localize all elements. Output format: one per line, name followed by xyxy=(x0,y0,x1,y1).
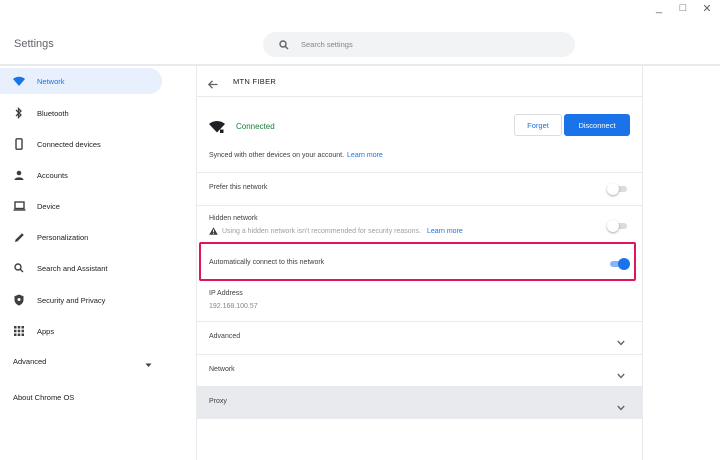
sidebar-item-label: Personalization xyxy=(37,232,89,242)
sidebar-item-label: Search and Assistant xyxy=(37,263,108,273)
disconnect-button[interactable]: Disconnect xyxy=(564,114,630,136)
sync-info: Synced with other devices on your accoun… xyxy=(209,152,383,159)
sidebar-about-chrome-os[interactable]: About Chrome OS xyxy=(13,393,74,402)
back-arrow-icon[interactable] xyxy=(207,76,218,94)
header: Settings Search settings xyxy=(0,20,720,66)
network-section[interactable]: Network xyxy=(196,355,642,387)
prefer-network-label: Prefer this network xyxy=(209,184,268,191)
connection-status: Connected xyxy=(236,122,275,131)
sidebar-advanced[interactable]: Advanced xyxy=(13,357,46,366)
section-label: Proxy xyxy=(209,398,227,405)
sync-text: Synced with other devices on your accoun… xyxy=(209,152,345,159)
window-controls: _ □ ✕ xyxy=(652,2,714,15)
advanced-section[interactable]: Advanced xyxy=(196,322,642,354)
shield-icon xyxy=(12,293,26,307)
chevron-down-icon xyxy=(617,333,625,351)
person-icon xyxy=(12,168,26,182)
proxy-section[interactable]: Proxy xyxy=(196,387,642,419)
warning-icon xyxy=(209,227,218,235)
maximize-button[interactable]: □ xyxy=(676,2,690,15)
network-detail-panel: MTN FIBER Connected Forget Disconnect Sy… xyxy=(196,66,643,460)
warning-text: Using a hidden network isn't recommended… xyxy=(222,227,421,235)
wifi-signal-icon xyxy=(209,120,225,138)
sidebar: Network Bluetooth Connected devices Acco… xyxy=(0,66,197,460)
sidebar-item-label: Security and Privacy xyxy=(37,295,106,305)
sidebar-item-label: Connected devices xyxy=(37,139,101,149)
search-icon xyxy=(12,261,26,275)
hidden-network-warning: Using a hidden network isn't recommended… xyxy=(209,227,463,235)
section-label: Advanced xyxy=(209,333,241,340)
divider xyxy=(196,205,642,206)
chevron-down-icon xyxy=(617,398,625,416)
hidden-network-toggle[interactable] xyxy=(607,220,629,232)
section-label: Network xyxy=(209,366,235,373)
ip-address-value: 192.168.100.57 xyxy=(209,303,258,310)
sidebar-item-label: Bluetooth xyxy=(37,108,69,118)
apps-grid-icon xyxy=(12,324,26,338)
forget-button[interactable]: Forget xyxy=(514,114,562,136)
ip-address-label: IP Address xyxy=(209,290,243,297)
wifi-icon xyxy=(12,74,26,88)
subpage-header: MTN FIBER xyxy=(196,66,642,96)
sidebar-item-network[interactable]: Network xyxy=(0,68,162,94)
learn-more-link[interactable]: Learn more xyxy=(347,152,383,159)
sidebar-item-label: Network xyxy=(37,76,65,86)
app-title: Settings xyxy=(14,38,54,50)
learn-more-link[interactable]: Learn more xyxy=(427,228,463,235)
search-input[interactable]: Search settings xyxy=(301,40,353,49)
sidebar-item-label: Accounts xyxy=(37,170,68,180)
network-name: MTN FIBER xyxy=(233,77,277,86)
divider xyxy=(196,172,642,173)
hidden-network-label: Hidden network xyxy=(209,215,258,222)
chevron-down-icon[interactable] xyxy=(145,355,152,373)
prefer-network-toggle[interactable] xyxy=(607,183,629,195)
auto-connect-label: Automatically connect to this network xyxy=(209,259,325,266)
close-button[interactable]: ✕ xyxy=(700,2,714,15)
laptop-icon xyxy=(12,199,26,213)
pencil-icon xyxy=(12,230,26,244)
divider xyxy=(196,96,642,97)
chevron-down-icon xyxy=(617,366,625,384)
sidebar-item-label: Apps xyxy=(37,326,55,336)
auto-connect-toggle[interactable] xyxy=(608,258,630,270)
connection-status-row: Connected Forget Disconnect xyxy=(196,110,642,142)
bluetooth-icon xyxy=(12,106,26,120)
phone-icon xyxy=(12,137,26,151)
search-bar[interactable]: Search settings xyxy=(263,32,575,57)
search-icon xyxy=(277,38,291,52)
sidebar-item-label: Device xyxy=(37,201,60,211)
right-empty-area xyxy=(643,66,720,460)
minimize-button[interactable]: _ xyxy=(652,2,666,15)
